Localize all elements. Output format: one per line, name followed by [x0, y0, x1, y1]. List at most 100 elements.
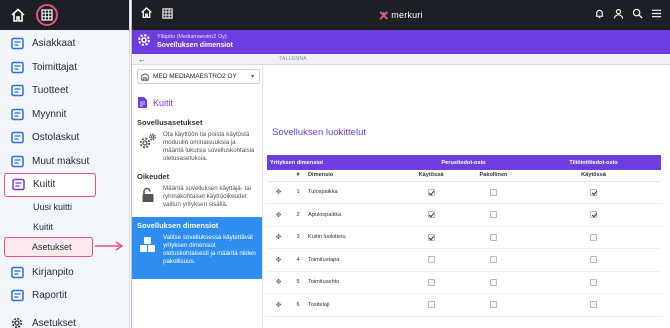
dimension-name: Tositelaji: [306, 293, 401, 317]
required-checkbox[interactable]: [490, 256, 497, 264]
used-checkbox[interactable]: [427, 301, 435, 309]
used-checkbox[interactable]: [427, 256, 435, 264]
main-content: Sovelluksen luokittelut Yrityksen dimens…: [263, 65, 670, 328]
home-icon[interactable]: [8, 5, 28, 25]
used-checkbox[interactable]: [427, 188, 435, 196]
dimension-name: Apulospaikka: [306, 203, 401, 227]
accounting-used-checkbox[interactable]: [590, 301, 597, 309]
nav-item-toimittajat[interactable]: Toimittajat: [0, 56, 129, 80]
nav-list: Asiakkaat Toimittajat Tuotteet Myynnit Ostol…: [0, 32, 129, 197]
building-icon: [141, 72, 149, 81]
drag-handle-icon[interactable]: ✥: [276, 234, 282, 241]
company-select[interactable]: MED MEDIAMAESTRO2 OY ▼: [137, 69, 260, 84]
pointer-arrow-icon: [95, 241, 124, 251]
accounting-used-checkbox[interactable]: [590, 188, 597, 196]
row-number: 3: [290, 226, 306, 249]
table-row: ✥ 5 Toimitusehto: [267, 271, 661, 294]
drag-handle-icon[interactable]: ✥: [276, 257, 282, 264]
save-button[interactable]: TALLENNA: [279, 56, 307, 62]
nav-item-label: Asetukset: [32, 317, 76, 328]
section-title-permissions[interactable]: Oikeudet: [137, 172, 257, 181]
accounting-used-checkbox[interactable]: [590, 211, 597, 219]
drag-handle-icon[interactable]: ✥: [276, 189, 282, 196]
accounting-used-checkbox[interactable]: [590, 233, 597, 241]
drag-handle-icon[interactable]: ✥: [276, 212, 282, 219]
gear-icon: [137, 33, 151, 52]
nav-sub-receipts[interactable]: Kuitit: [0, 217, 129, 237]
row-number: 5: [290, 271, 306, 294]
user-icon[interactable]: [613, 6, 624, 24]
apps-grid-icon[interactable]: [36, 4, 58, 26]
nav-item-raportit[interactable]: Raportit: [0, 284, 129, 308]
nav-item-tuotteet[interactable]: Tuotteet: [0, 79, 129, 103]
required-checkbox[interactable]: [490, 233, 497, 241]
nav-item-kirjanpito[interactable]: Kirjanpito: [0, 261, 129, 285]
required-checkbox[interactable]: [490, 211, 497, 219]
section-title-dimensions: Sovelluksen dimensiot: [137, 221, 219, 230]
main-navigation: Asiakkaat Toimittajat Tuotteet Myynnit Ostol…: [0, 0, 130, 328]
used-checkbox[interactable]: [427, 278, 435, 286]
bell-icon[interactable]: [594, 6, 605, 24]
nav-list-after: Kirjanpito Raportit: [0, 261, 129, 308]
nav-item-label: Tuotteet: [32, 85, 69, 97]
table-row: ✥ 4 Toimitustapa: [267, 248, 661, 272]
accounting-used-checkbox[interactable]: [590, 256, 597, 264]
nav-item-myynnit[interactable]: Myynnit: [0, 103, 129, 127]
nav-sub-label: Asetukset: [32, 241, 72, 252]
page-title-bar: Ylläpito (Mediamaestro2 Oy) Sovelluksen …: [132, 30, 670, 54]
required-checkbox[interactable]: [490, 188, 497, 196]
top-bar: merkuri: [132, 0, 670, 30]
accounting-used-checkbox[interactable]: [590, 278, 597, 286]
nav-item-asiakkaat[interactable]: Asiakkaat: [0, 32, 129, 56]
section-description: Ota käyttöön tai poista käytöstä moduuli…: [163, 131, 255, 162]
nav-item-muut-maksut[interactable]: Muut maksut: [0, 150, 129, 174]
chevron-down-icon: ▼: [250, 73, 255, 80]
table-row: ✥ 3 Kuitin luokittelu: [267, 226, 661, 249]
used-checkbox[interactable]: [427, 211, 435, 219]
menu-icon[interactable]: [651, 6, 662, 24]
section-app-settings[interactable]: Ota käyttöön tai poista käytöstä moduuli…: [137, 131, 257, 163]
dimension-name: Toimitusehto: [306, 271, 401, 294]
section-app-dimensions-active[interactable]: Sovelluksen dimensiot Valitse sovellukse…: [132, 217, 262, 279]
reports-icon: [10, 289, 24, 303]
merkuri-logo-icon: [379, 10, 389, 20]
settings-sidebar: MED MEDIAMAESTRO2 OY ▼ Kuitit Sovellusas…: [132, 65, 263, 328]
nav-item-kuitit[interactable]: Kuitit: [4, 173, 96, 197]
nav-item-label: Kirjanpito: [32, 266, 74, 278]
nav-item-ostolaskut[interactable]: Ostolaskut: [0, 126, 129, 150]
nav-item-settings[interactable]: Asetukset: [0, 312, 129, 328]
nav-sub-new-receipt[interactable]: Uusi kuitti: [0, 197, 129, 217]
apps-grid-icon[interactable]: [162, 6, 173, 24]
drag-handle-icon[interactable]: ✥: [276, 302, 282, 309]
table-row: ✥ 6 Tositelaji: [267, 293, 661, 317]
section-description: Määritä sovelluksen käyttäjä- tai ryhmäk…: [163, 185, 252, 208]
unlock-icon: [137, 185, 159, 209]
gears-icon: [137, 131, 159, 163]
content-heading: Sovelluksen luokittelut: [272, 127, 366, 138]
section-permissions[interactable]: Määritä sovelluksen käyttäjä- tai ryhmäk…: [137, 185, 257, 209]
table-group-header: Tiliöintitiedot-osio: [526, 155, 661, 170]
section-description: Valitse sovelluksessa käytettävät yrityk…: [163, 234, 256, 265]
cubes-icon: [137, 234, 159, 266]
nav-item-label: Myynnit: [32, 108, 67, 120]
app-window: merkuri Ylläpito (Mediamaestro2 Oy) Sove…: [131, 0, 670, 328]
home-icon[interactable]: [140, 6, 153, 24]
table-group-header: Perustiedot-osio: [401, 155, 526, 170]
truck-icon: [10, 60, 24, 74]
nav-sub-settings[interactable]: Asetukset: [4, 236, 93, 257]
purchase-icon: [10, 131, 24, 145]
nav-sub-label: Kuitit: [33, 221, 54, 232]
required-checkbox[interactable]: [490, 301, 497, 309]
drag-handle-icon[interactable]: ✥: [276, 279, 282, 286]
page-subtitle: Ylläpito (Mediamaestro2 Oy): [157, 34, 227, 40]
action-toolbar: ← TALLENNA: [132, 54, 670, 65]
nav-header: [0, 0, 129, 30]
nav-item-label: Kuitit: [33, 179, 56, 191]
back-arrow-icon[interactable]: ←: [132, 55, 152, 64]
search-icon[interactable]: [632, 6, 643, 24]
used-checkbox[interactable]: [427, 233, 435, 241]
section-title-app-settings[interactable]: Sovellusasetukset: [137, 118, 257, 127]
dimension-name: Toimitustapa: [306, 248, 401, 272]
dimension-name: Kuitin luokittelu: [306, 226, 401, 249]
required-checkbox[interactable]: [490, 278, 497, 286]
